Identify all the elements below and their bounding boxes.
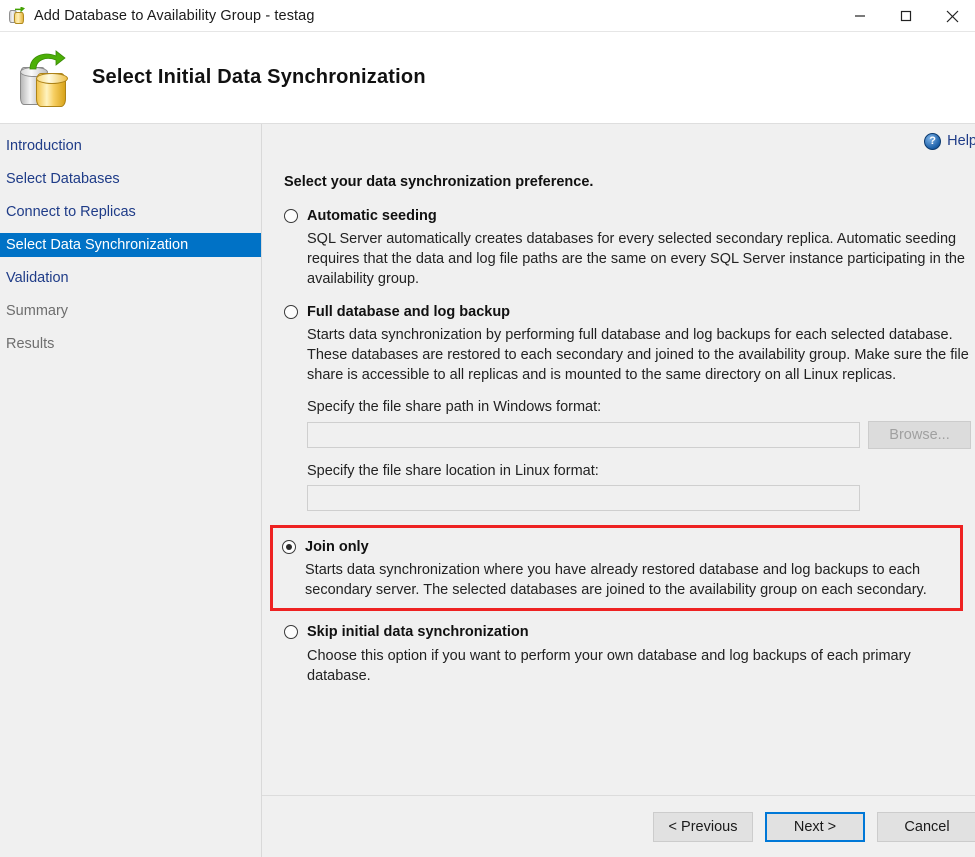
help-circle-icon: ? xyxy=(924,133,941,150)
sidebar-item-label: Select Databases xyxy=(6,171,120,187)
cancel-button[interactable]: Cancel xyxy=(877,812,975,842)
option-full-database-and-log-backup: Full database and log backup Starts data… xyxy=(284,303,971,511)
linux-share-row xyxy=(307,485,971,511)
option-label: Skip initial data synchronization xyxy=(307,623,529,641)
sidebar-item-results: Results xyxy=(0,332,261,356)
windows-share-row: Browse... xyxy=(307,421,971,449)
instruction-text: Select your data synchronization prefere… xyxy=(284,174,971,190)
help-row: ? Help xyxy=(262,124,975,158)
window-title: Add Database to Availability Group - tes… xyxy=(34,8,315,24)
option-full-database-and-log-backup-head[interactable]: Full database and log backup xyxy=(284,303,971,321)
option-label: Automatic seeding xyxy=(307,207,437,225)
options-panel: Select your data synchronization prefere… xyxy=(262,158,975,795)
radio-full-database-and-log-backup[interactable] xyxy=(284,305,298,319)
option-automatic-seeding: Automatic seeding SQL Server automatical… xyxy=(284,207,971,289)
next-button[interactable]: Next > xyxy=(765,812,865,842)
option-automatic-seeding-head[interactable]: Automatic seeding xyxy=(284,207,971,225)
sidebar-item-introduction[interactable]: Introduction xyxy=(0,134,261,158)
sidebar-item-label: Summary xyxy=(6,303,68,319)
radio-automatic-seeding[interactable] xyxy=(284,209,298,223)
option-join-only: Join only Starts data synchronization wh… xyxy=(270,525,963,611)
wizard-footer: < Previous Next > Cancel xyxy=(262,795,975,857)
sidebar-item-select-data-synchronization[interactable]: Select Data Synchronization xyxy=(0,233,261,257)
page-title: Select Initial Data Synchronization xyxy=(92,66,426,89)
window-controls xyxy=(837,0,975,32)
help-label: Help xyxy=(947,133,975,149)
windows-share-field-group: Specify the file share path in Windows f… xyxy=(307,399,971,449)
option-skip-initial-data-synchronization-head[interactable]: Skip initial data synchronization xyxy=(284,623,971,641)
previous-button[interactable]: < Previous xyxy=(653,812,753,842)
option-label: Full database and log backup xyxy=(307,303,510,321)
content-area: ? Help Select your data synchronization … xyxy=(262,124,975,857)
wizard-steps-sidebar: Introduction Select Databases Connect to… xyxy=(0,124,262,857)
sidebar-item-label: Connect to Replicas xyxy=(6,204,136,220)
sidebar-item-summary: Summary xyxy=(0,299,261,323)
browse-button[interactable]: Browse... xyxy=(868,421,971,449)
help-link[interactable]: ? Help xyxy=(924,133,975,150)
database-availability-group-icon xyxy=(8,7,26,25)
option-description: SQL Server automatically creates databas… xyxy=(307,229,969,289)
windows-share-label: Specify the file share path in Windows f… xyxy=(307,399,971,415)
sidebar-item-validation[interactable]: Validation xyxy=(0,266,261,290)
close-icon[interactable] xyxy=(929,0,975,32)
sidebar-item-label: Introduction xyxy=(6,138,82,154)
option-join-only-head[interactable]: Join only xyxy=(282,538,950,556)
option-description: Starts data synchronization where you ha… xyxy=(305,560,950,600)
page-header: Select Initial Data Synchronization xyxy=(0,32,975,124)
option-description: Choose this option if you want to perfor… xyxy=(307,646,969,686)
sidebar-item-label: Select Data Synchronization xyxy=(6,237,188,253)
sidebar-item-label: Results xyxy=(6,336,54,352)
maximize-icon[interactable] xyxy=(883,0,929,32)
sidebar-item-select-databases[interactable]: Select Databases xyxy=(0,167,261,191)
radio-skip-initial-data-synchronization[interactable] xyxy=(284,625,298,639)
windows-share-path-input[interactable] xyxy=(307,422,860,448)
option-description: Starts data synchronization by performin… xyxy=(307,325,969,385)
database-sync-icon xyxy=(12,47,74,109)
minimize-icon[interactable] xyxy=(837,0,883,32)
sync-arrow-icon xyxy=(28,49,66,71)
body-area: Introduction Select Databases Connect to… xyxy=(0,124,975,857)
linux-share-field-group: Specify the file share location in Linux… xyxy=(307,463,971,511)
linux-share-label: Specify the file share location in Linux… xyxy=(307,463,971,479)
sidebar-item-connect-to-replicas[interactable]: Connect to Replicas xyxy=(0,200,261,224)
option-skip-initial-data-synchronization: Skip initial data synchronization Choose… xyxy=(284,623,971,685)
linux-share-location-input[interactable] xyxy=(307,485,860,511)
sidebar-item-label: Validation xyxy=(6,270,69,286)
option-label: Join only xyxy=(305,538,369,556)
radio-join-only[interactable] xyxy=(282,540,296,554)
title-bar: Add Database to Availability Group - tes… xyxy=(0,0,975,32)
